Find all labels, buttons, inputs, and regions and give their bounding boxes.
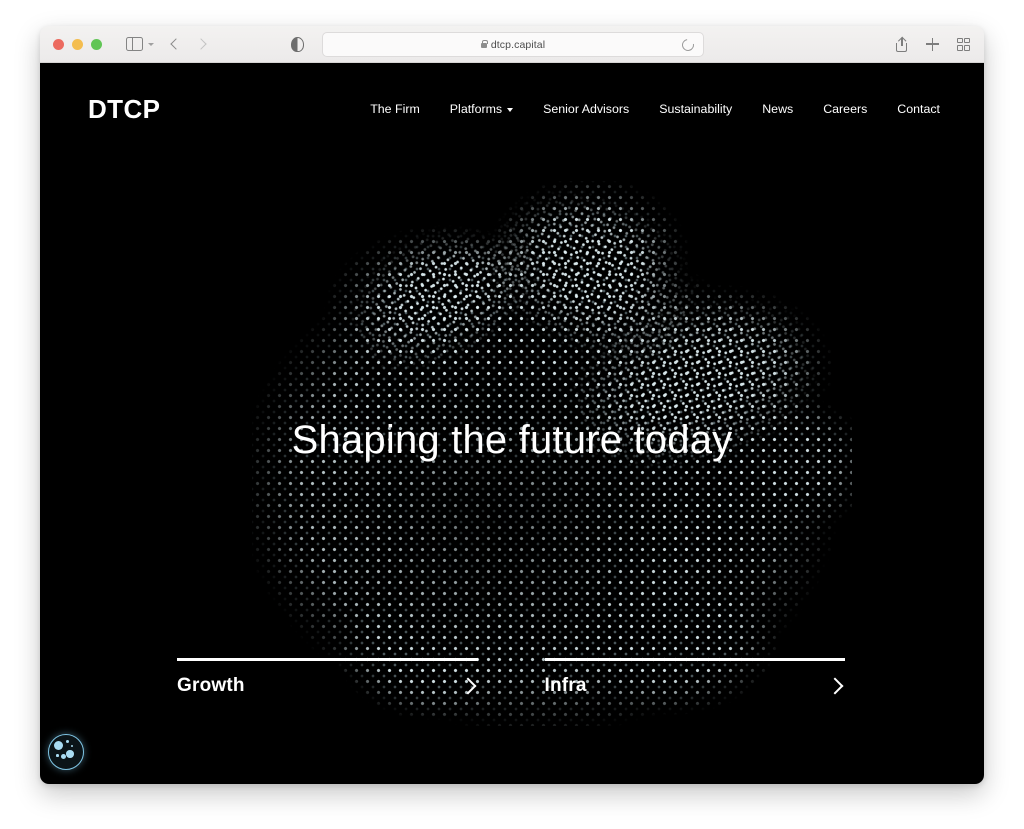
platform-card-body: Growth	[177, 675, 478, 697]
address-bar[interactable]: dtcp.capital	[322, 32, 704, 57]
nav-label: Senior Advisors	[543, 102, 630, 116]
platform-label: Infra	[544, 674, 587, 696]
nav-item-careers[interactable]: Careers	[823, 102, 867, 116]
address-bar-content: dtcp.capital	[480, 38, 546, 51]
navigation-arrows	[170, 38, 207, 50]
close-window-button[interactable]	[53, 38, 64, 50]
page-viewport: DTCP The Firm Platforms Senior Advisors …	[40, 63, 984, 784]
back-icon[interactable]	[170, 38, 182, 50]
nav-item-the-firm[interactable]: The Firm	[370, 102, 420, 116]
sidebar-icon	[126, 36, 143, 52]
new-tab-icon[interactable]	[926, 37, 939, 51]
nav-label: Careers	[823, 102, 868, 116]
nav-item-senior-advisors[interactable]: Senior Advisors	[543, 102, 629, 116]
divider	[177, 658, 478, 661]
browser-window: dtcp.capital DTCP The Firm Platforms Sen…	[40, 26, 984, 784]
forward-icon[interactable]	[195, 38, 207, 50]
hero-headline: Shaping the future today	[291, 417, 733, 462]
lock-icon	[480, 39, 488, 48]
nav-item-news[interactable]: News	[762, 102, 793, 116]
nav-label: The Firm	[370, 102, 420, 116]
platform-card-body: Infra	[545, 675, 846, 697]
cookie-settings-button[interactable]	[48, 734, 84, 770]
chevron-down-icon	[148, 42, 154, 46]
window-controls	[53, 38, 102, 50]
reader-contrast-icon[interactable]	[291, 36, 304, 52]
reload-icon[interactable]	[679, 36, 697, 53]
platform-links: Growth Infra	[177, 658, 845, 697]
nav-item-platforms[interactable]: Platforms	[449, 102, 514, 116]
browser-toolbar: dtcp.capital	[40, 26, 984, 63]
zoom-window-button[interactable]	[91, 38, 102, 50]
main-navigation: The Firm Platforms Senior Advisors Susta…	[370, 102, 940, 116]
chevron-down-icon	[507, 108, 514, 112]
share-icon[interactable]	[896, 36, 908, 52]
site-header: DTCP The Firm Platforms Senior Advisors …	[40, 63, 984, 155]
nav-item-contact[interactable]: Contact	[897, 102, 940, 116]
minimize-window-button[interactable]	[72, 38, 83, 50]
divider	[544, 658, 845, 661]
nav-label: Platforms	[449, 102, 503, 116]
nav-item-sustainability[interactable]: Sustainability	[659, 102, 732, 116]
chevron-right-icon[interactable]	[826, 677, 844, 694]
toolbar-right-actions	[896, 36, 970, 52]
platform-label: Growth	[177, 674, 245, 696]
platform-card-growth[interactable]: Growth	[177, 658, 478, 697]
tab-overview-icon[interactable]	[957, 37, 970, 51]
chevron-right-icon[interactable]	[459, 677, 476, 694]
nav-label: Sustainability	[659, 102, 733, 116]
nav-label: Contact	[897, 102, 940, 116]
screenshot-root: dtcp.capital DTCP The Firm Platforms Sen…	[0, 0, 1024, 829]
platform-card-infra[interactable]: Infra	[544, 658, 846, 697]
site-logo[interactable]: DTCP	[88, 94, 160, 125]
nav-label: News	[762, 102, 794, 116]
url-text: dtcp.capital	[490, 38, 546, 51]
sidebar-toggle-button[interactable]	[126, 36, 154, 52]
